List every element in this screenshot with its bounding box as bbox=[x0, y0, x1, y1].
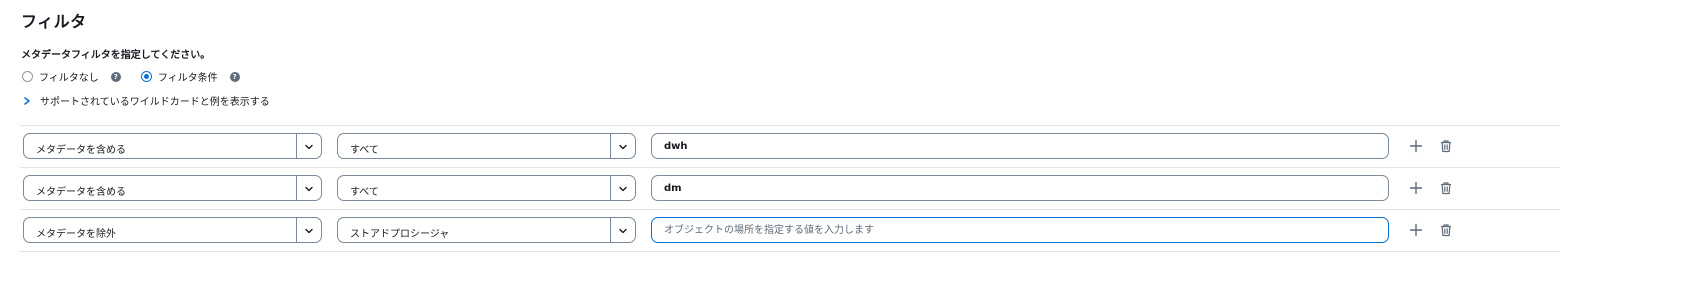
select-divider bbox=[296, 176, 297, 200]
filter-instruction: メタデータフィルタを指定してください。 bbox=[21, 50, 211, 61]
filter-row: メタデータを除外 ストアドプロシージャ bbox=[23, 217, 1563, 245]
radio-no-filter-circle[interactable] bbox=[22, 71, 33, 82]
radio-no-filter-label[interactable]: フィルタなし bbox=[39, 69, 99, 84]
chevron-down-icon[interactable] bbox=[304, 184, 314, 194]
trash-icon[interactable] bbox=[1439, 223, 1453, 237]
trash-icon[interactable] bbox=[1439, 181, 1453, 195]
chevron-down-icon[interactable] bbox=[304, 226, 314, 236]
filter-row: メタデータを含める すべて bbox=[23, 133, 1563, 161]
trash-icon[interactable] bbox=[1439, 139, 1453, 153]
radio-filter-conditions-circle[interactable] bbox=[140, 71, 152, 82]
object-type-select[interactable]: すべて bbox=[337, 133, 636, 159]
chevron-down-icon[interactable] bbox=[304, 142, 314, 152]
chevron-down-icon[interactable] bbox=[618, 226, 628, 236]
select-divider bbox=[296, 134, 297, 158]
object-type-select-value: すべて bbox=[350, 145, 379, 156]
divider bbox=[20, 167, 1560, 168]
add-icon[interactable] bbox=[1409, 223, 1423, 237]
filter-row: メタデータを含める すべて bbox=[23, 175, 1563, 203]
action-select[interactable]: メタデータを除外 bbox=[23, 217, 322, 243]
filter-value-input[interactable] bbox=[651, 133, 1389, 159]
help-icon[interactable]: ? bbox=[229, 71, 240, 82]
action-select[interactable]: メタデータを含める bbox=[23, 175, 322, 201]
filter-section: フィルタ メタデータフィルタを指定してください。 フィルタなし ? フィルタ条件… bbox=[0, 0, 1694, 282]
object-type-select-value: すべて bbox=[350, 187, 379, 198]
filter-value-input[interactable] bbox=[651, 175, 1389, 201]
radio-no-filter[interactable]: フィルタなし ? bbox=[22, 69, 121, 84]
divider bbox=[20, 209, 1560, 210]
object-type-select[interactable]: すべて bbox=[337, 175, 636, 201]
help-icon[interactable]: ? bbox=[110, 71, 121, 82]
radio-filter-conditions-label[interactable]: フィルタ条件 bbox=[158, 69, 218, 84]
action-select-value: メタデータを含める bbox=[36, 187, 126, 198]
chevron-right-icon bbox=[24, 96, 30, 105]
chevron-down-icon[interactable] bbox=[618, 184, 628, 194]
filter-value-input[interactable] bbox=[651, 217, 1389, 243]
select-divider bbox=[610, 218, 611, 242]
select-divider bbox=[610, 134, 611, 158]
select-divider bbox=[296, 218, 297, 242]
object-type-select-value: ストアドプロシージャ bbox=[350, 229, 450, 240]
divider bbox=[20, 251, 1560, 252]
filter-radio-group: フィルタなし ? フィルタ条件 ? bbox=[22, 69, 260, 84]
add-icon[interactable] bbox=[1409, 139, 1423, 153]
action-select-value: メタデータを含める bbox=[36, 145, 126, 156]
divider bbox=[20, 125, 1560, 126]
chevron-down-icon[interactable] bbox=[618, 142, 628, 152]
wildcard-examples-expander[interactable]: サポートされているワイルドカードと例を表示する bbox=[22, 93, 270, 108]
add-icon[interactable] bbox=[1409, 181, 1423, 195]
select-divider bbox=[610, 176, 611, 200]
action-select-value: メタデータを除外 bbox=[36, 229, 116, 240]
wildcard-examples-label: サポートされているワイルドカードと例を表示する bbox=[40, 97, 270, 108]
action-select[interactable]: メタデータを含める bbox=[23, 133, 322, 159]
section-title: フィルタ bbox=[21, 12, 87, 31]
radio-filter-conditions[interactable]: フィルタ条件 ? bbox=[140, 69, 240, 84]
object-type-select[interactable]: ストアドプロシージャ bbox=[337, 217, 636, 243]
